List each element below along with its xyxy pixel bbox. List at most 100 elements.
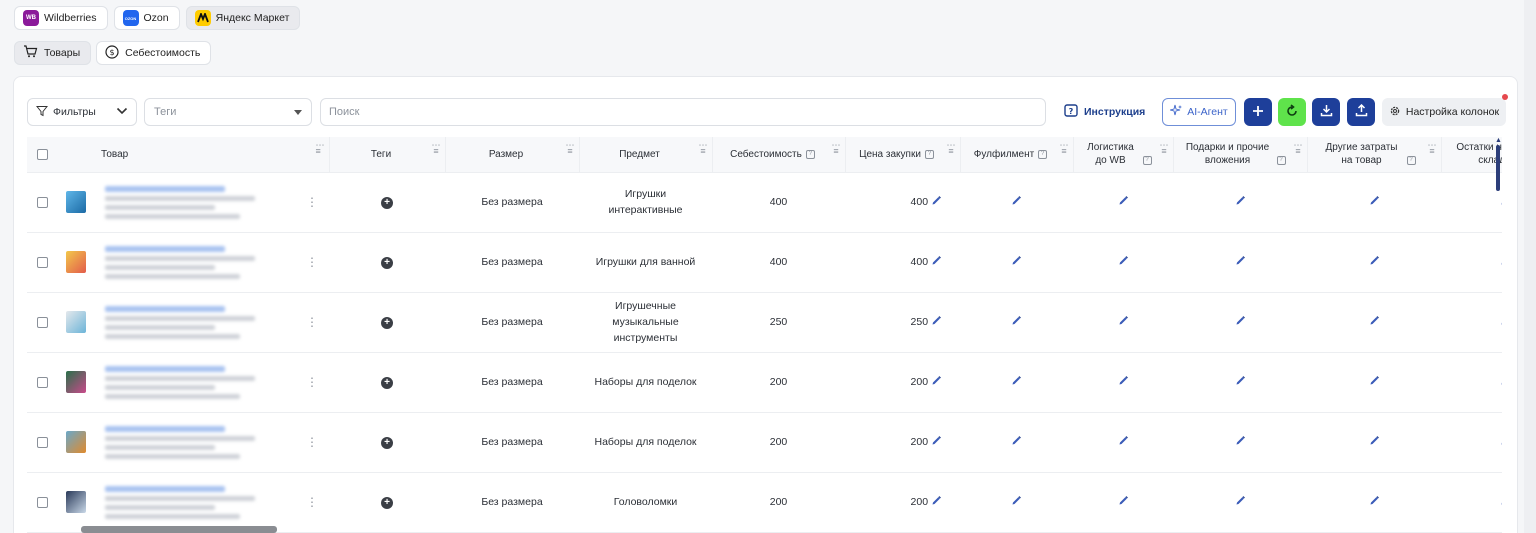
tab-wildberries[interactable]: WB Wildberries: [14, 6, 108, 30]
column-menu-icon[interactable]: ⋯ ≡: [566, 141, 575, 156]
edit-pencil-icon[interactable]: [1235, 195, 1246, 209]
col-header-fulfillment[interactable]: Фулфилмент? ⋯ ≡: [960, 137, 1074, 173]
column-menu-icon[interactable]: ⋯ ≡: [316, 141, 325, 156]
table-row[interactable]: ⋮ + Без размера Наборы для поделок 200 200: [27, 352, 1502, 413]
edit-pencil-icon[interactable]: [931, 255, 942, 269]
edit-pencil-icon[interactable]: [1011, 435, 1022, 449]
column-menu-icon[interactable]: ⋯ ≡: [832, 141, 841, 156]
col-header-product[interactable]: Товар ⋯ ≡: [95, 137, 330, 173]
select-all-checkbox[interactable]: [36, 148, 48, 160]
vertical-scrollbar[interactable]: ▲: [1495, 137, 1502, 533]
row-checkbox[interactable]: [36, 196, 48, 208]
column-menu-icon[interactable]: ⋯ ≡: [1160, 141, 1169, 156]
edit-pencil-icon[interactable]: [1011, 375, 1022, 389]
purchase-price-cell[interactable]: 200: [845, 352, 960, 413]
edit-pencil-icon[interactable]: [931, 435, 942, 449]
col-header-tags[interactable]: Теги ⋯ ≡: [329, 137, 446, 173]
column-menu-icon[interactable]: ⋯ ≡: [699, 141, 708, 156]
col-header-gifts[interactable]: Подарки и прочие вложения? ⋯ ≡: [1173, 137, 1308, 173]
column-menu-icon[interactable]: ⋯ ≡: [1294, 141, 1303, 156]
edit-pencil-icon[interactable]: [1235, 255, 1246, 269]
help-icon[interactable]: ?: [805, 149, 815, 159]
table-row[interactable]: ⋮ + Без размера Игрушки для ванной 400 400: [27, 232, 1502, 293]
col-header-cost[interactable]: Себестоимость? ⋯ ≡: [712, 137, 846, 173]
edit-pencil-icon[interactable]: [1235, 315, 1246, 329]
tags-select[interactable]: Теги: [144, 98, 312, 126]
add-tag-icon[interactable]: +: [381, 256, 393, 269]
purchase-price-cell[interactable]: 200: [845, 412, 960, 473]
help-icon[interactable]: ?: [1406, 156, 1416, 166]
purchase-price-cell[interactable]: 200: [845, 472, 960, 533]
col-header-purchase-price[interactable]: Цена закупки? ⋯ ≡: [845, 137, 961, 173]
col-header-stock[interactable]: Остатки на в складах: [1441, 137, 1502, 173]
edit-pencil-icon[interactable]: [1011, 315, 1022, 329]
product-thumbnail[interactable]: [66, 251, 86, 273]
edit-pencil-icon[interactable]: [1118, 255, 1129, 269]
table-row[interactable]: ⋮ + Без размера Головоломки 200 200: [27, 472, 1502, 533]
edit-pencil-icon[interactable]: [1011, 495, 1022, 509]
row-menu-icon[interactable]: ⋮: [306, 435, 318, 449]
edit-pencil-icon[interactable]: [1369, 255, 1380, 269]
col-header-size[interactable]: Размер ⋯ ≡: [445, 137, 580, 173]
row-checkbox[interactable]: [36, 376, 48, 388]
edit-pencil-icon[interactable]: [1369, 435, 1380, 449]
horizontal-scrollbar[interactable]: [81, 526, 277, 533]
purchase-price-cell[interactable]: 400: [845, 232, 960, 293]
instruction-link[interactable]: ? Инструкция: [1064, 98, 1145, 126]
edit-pencil-icon[interactable]: [1369, 375, 1380, 389]
edit-pencil-icon[interactable]: [1235, 375, 1246, 389]
edit-pencil-icon[interactable]: [1369, 495, 1380, 509]
row-checkbox[interactable]: [36, 436, 48, 448]
table-row[interactable]: ⋮ + Без размера Игрушечные музыкальные инст…: [27, 292, 1502, 353]
add-button[interactable]: [1244, 98, 1272, 126]
edit-pencil-icon[interactable]: [1118, 495, 1129, 509]
edit-pencil-icon[interactable]: [1369, 195, 1380, 209]
edit-pencil-icon[interactable]: [1118, 435, 1129, 449]
add-tag-icon[interactable]: +: [381, 316, 393, 329]
edit-pencil-icon[interactable]: [1118, 315, 1129, 329]
column-settings-button[interactable]: Настройка колонок: [1382, 94, 1508, 126]
ai-agent-button[interactable]: AI-Агент: [1162, 98, 1236, 126]
edit-pencil-icon[interactable]: [1235, 495, 1246, 509]
column-menu-icon[interactable]: ⋯ ≡: [1428, 141, 1437, 156]
add-tag-icon[interactable]: +: [381, 376, 393, 389]
search-input[interactable]: [320, 98, 1046, 126]
tab-cost[interactable]: $ Себестоимость: [96, 41, 212, 65]
scroll-thumb[interactable]: [1496, 145, 1500, 191]
tab-products[interactable]: Товары: [14, 41, 92, 65]
col-header-subject[interactable]: Предмет ⋯ ≡: [579, 137, 713, 173]
add-tag-icon[interactable]: +: [381, 436, 393, 449]
row-menu-icon[interactable]: ⋮: [306, 495, 318, 509]
edit-pencil-icon[interactable]: [931, 495, 942, 509]
filters-button[interactable]: Фильтры: [27, 98, 137, 126]
edit-pencil-icon[interactable]: [931, 315, 942, 329]
table-row[interactable]: ⋮ + Без размера Игрушки интерактивные 400 400: [27, 172, 1502, 233]
edit-pencil-icon[interactable]: [1118, 375, 1129, 389]
edit-pencil-icon[interactable]: [1118, 195, 1129, 209]
product-thumbnail[interactable]: [66, 431, 86, 453]
row-menu-icon[interactable]: ⋮: [306, 375, 318, 389]
edit-pencil-icon[interactable]: [1011, 255, 1022, 269]
purchase-price-cell[interactable]: 400: [845, 172, 960, 233]
table-row[interactable]: ⋮ + Без размера Наборы для поделок 200 200: [27, 412, 1502, 473]
scroll-up-icon[interactable]: ▲: [1495, 137, 1502, 144]
tab-yandex-market[interactable]: Яндекс Маркет: [185, 6, 301, 30]
help-icon[interactable]: ?: [1276, 156, 1286, 166]
add-tag-icon[interactable]: +: [381, 196, 393, 209]
row-checkbox[interactable]: [36, 256, 48, 268]
column-menu-icon[interactable]: ⋯ ≡: [947, 141, 956, 156]
refresh-button[interactable]: [1278, 98, 1306, 126]
edit-pencil-icon[interactable]: [1011, 195, 1022, 209]
edit-pencil-icon[interactable]: [1235, 435, 1246, 449]
column-menu-icon[interactable]: ⋯ ≡: [1060, 141, 1069, 156]
product-thumbnail[interactable]: [66, 191, 86, 213]
row-menu-icon[interactable]: ⋮: [306, 315, 318, 329]
product-thumbnail[interactable]: [66, 371, 86, 393]
tab-ozon[interactable]: OZON Ozon: [113, 6, 180, 30]
help-icon[interactable]: ?: [1038, 149, 1048, 159]
upload-button[interactable]: [1347, 98, 1375, 126]
col-header-logistics[interactable]: Логистика до WB? ⋯ ≡: [1073, 137, 1174, 173]
row-checkbox[interactable]: [36, 496, 48, 508]
row-menu-icon[interactable]: ⋮: [306, 255, 318, 269]
col-header-other-costs[interactable]: Другие затраты на товар? ⋯ ≡: [1307, 137, 1442, 173]
